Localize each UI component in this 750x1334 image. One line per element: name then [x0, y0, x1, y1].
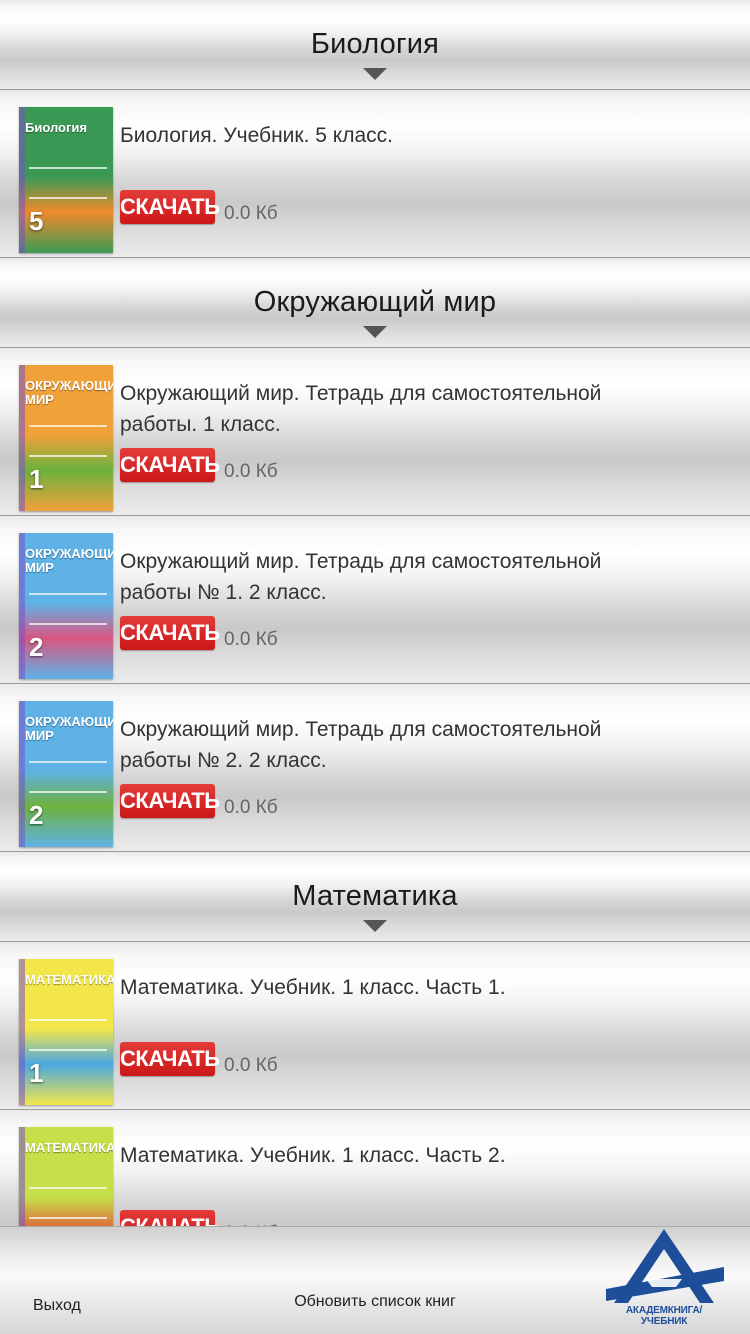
- download-button[interactable]: СКАЧАТЬ: [120, 784, 220, 818]
- file-size: 0.0 Кб: [224, 797, 278, 818]
- cover-title: МАТЕМАТИКА: [25, 1140, 113, 1155]
- logo-caption: АКАДЕМКНИГА/УЧЕБНИК: [625, 1305, 703, 1327]
- book-row[interactable]: МАТЕМАТИКА1 Математика. Учебник. 1 класс.…: [0, 1110, 750, 1226]
- book-cover-image: ОКРУЖАЮЩИЙ МИР 1: [19, 365, 113, 511]
- section-header[interactable]: Биология: [0, 0, 750, 90]
- cover-title: МАТЕМАТИКА: [25, 972, 113, 987]
- cover-lines: [29, 1187, 107, 1219]
- book-row[interactable]: ОКРУЖАЮЩИЙ МИР 2 Окружающий мир. Тетрадь д…: [0, 684, 750, 852]
- section-header[interactable]: Окружающий мир: [0, 258, 750, 348]
- book-cover-image: МАТЕМАТИКА 1: [19, 959, 113, 1105]
- download-button[interactable]: СКАЧАТЬ: [120, 448, 220, 482]
- download-button[interactable]: СКАЧАТЬ: [120, 1042, 220, 1076]
- collapse-arrow-icon[interactable]: [363, 68, 387, 80]
- book-cover-image: ОКРУЖАЮЩИЙ МИР 2: [19, 701, 113, 847]
- file-size: 0.0 Кб: [224, 1055, 278, 1076]
- book-title: Математика. Учебник. 1 класс. Часть 2.: [120, 1144, 506, 1167]
- section-title: Математика: [292, 880, 458, 912]
- cover-lines: [29, 167, 107, 199]
- book-cover-image: Биология 5: [19, 107, 113, 253]
- book-title: Математика. Учебник. 1 класс. Часть 1.: [120, 976, 506, 999]
- cover-grade-number: 1: [29, 464, 44, 494]
- section-title: Биология: [310, 28, 440, 60]
- download-button[interactable]: СКАЧАТЬ: [120, 616, 220, 650]
- book-title: Биология. Учебник. 5 класс.: [120, 124, 393, 147]
- book-list[interactable]: Биология Биология 5 Биология. Учебник. 5 кл…: [0, 0, 750, 1226]
- bottom-toolbar: Выход Обновить список книг АКАДЕМКНИГА/У…: [0, 1226, 750, 1334]
- section-title: Окружающий мир: [253, 286, 497, 318]
- cover-grade-number: 2: [29, 632, 44, 662]
- book-row[interactable]: ОКРУЖАЮЩИЙ МИР 2 Окружающий мир. Тетрадь д…: [0, 516, 750, 684]
- cover-lines: [29, 593, 107, 625]
- cover-grade-number: 2: [29, 800, 44, 830]
- cover-title: Биология: [25, 120, 87, 135]
- book-row[interactable]: ОКРУЖАЮЩИЙ МИР 1 Окружающий мир. Тетрадь д…: [0, 348, 750, 516]
- book-title: Окружающий мир. Тетрадь для самостоятель…: [120, 382, 602, 436]
- download-button[interactable]: СКАЧАТЬ: [120, 190, 220, 224]
- book-cover-image: МАТЕМАТИКА1: [19, 1127, 113, 1226]
- file-size: 0.0 Кб: [224, 203, 278, 224]
- download-button[interactable]: СКАЧАТЬ: [120, 1210, 220, 1226]
- cover-title: ОКРУЖАЮЩИЙ МИР: [25, 546, 113, 575]
- book-row[interactable]: МАТЕМАТИКА 1 Математика. Учебник. 1 класс.…: [0, 942, 750, 1110]
- cover-title: ОКРУЖАЮЩИЙ МИР: [25, 714, 113, 743]
- section-header[interactable]: Математика: [0, 852, 750, 942]
- collapse-arrow-icon[interactable]: [363, 326, 387, 338]
- cover-title: ОКРУЖАЮЩИЙ МИР: [25, 378, 113, 407]
- file-size: 0.0 Кб: [224, 629, 278, 650]
- collapse-arrow-icon[interactable]: [363, 920, 387, 932]
- cover-grade-number: 1: [29, 1058, 44, 1088]
- cover-grade-number: 5: [29, 206, 44, 236]
- book-cover-image: ОКРУЖАЮЩИЙ МИР 2: [19, 533, 113, 679]
- book-title: Окружающий мир. Тетрадь для самостоятель…: [120, 550, 602, 604]
- file-size: 0.0 Кб: [224, 461, 278, 482]
- book-title: Окружающий мир. Тетрадь для самостоятель…: [120, 718, 602, 772]
- book-row[interactable]: Биология 5 Биология. Учебник. 5 класс. СКАЧ…: [0, 90, 750, 258]
- cover-lines: [29, 425, 107, 457]
- cover-lines: [29, 1019, 107, 1051]
- cover-lines: [29, 761, 107, 793]
